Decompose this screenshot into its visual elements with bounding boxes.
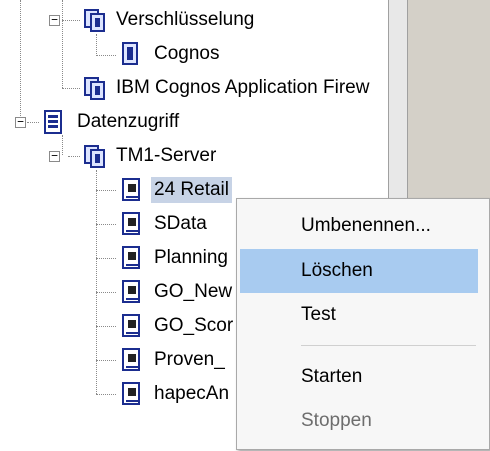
tree-line	[96, 326, 116, 327]
collapse-toggle[interactable]: −	[15, 116, 26, 128]
server-icon	[118, 313, 144, 339]
tree-node-label: GO_Scor	[154, 315, 234, 336]
menu-separator	[301, 345, 476, 346]
tree-line	[96, 360, 116, 361]
tree-node-24-retail[interactable]: 24 Retail	[151, 177, 232, 203]
tree-line	[62, 135, 63, 155]
server-icon	[118, 245, 144, 271]
collapse-toggle[interactable]: −	[49, 150, 60, 162]
tree-line	[96, 190, 116, 191]
tree-node-label: Planning	[154, 247, 228, 268]
tree-node-proven[interactable]: Proven_	[151, 347, 228, 373]
tree-node-sdata[interactable]: SData	[151, 211, 210, 237]
tree-line	[62, 88, 80, 89]
tree-node-label: TM1-Server	[116, 145, 217, 166]
group-folder-icon	[81, 75, 107, 101]
server-icon	[118, 177, 144, 203]
tree-node-label: Proven_	[154, 349, 225, 370]
menu-item-starten[interactable]: Starten	[240, 355, 478, 399]
group-folder-icon	[81, 7, 107, 33]
tree-node-datenzugriff[interactable]: Datenzugriff	[74, 109, 182, 135]
tree-line	[96, 394, 116, 395]
tree-node-label: Datenzugriff	[77, 111, 180, 132]
menu-item-stoppen: Stoppen	[301, 410, 372, 431]
menu-item-test[interactable]: Test	[240, 293, 478, 337]
document-icon	[117, 41, 143, 67]
tree-line	[96, 55, 116, 56]
tree-node-label: Cognos	[154, 43, 220, 64]
tree-line	[96, 258, 116, 259]
tree-line	[96, 224, 116, 225]
tree-line	[62, 20, 80, 21]
tree-node-label: Verschlüsselung	[116, 9, 255, 30]
tree-line	[96, 34, 97, 56]
server-icon	[118, 381, 144, 407]
context-menu[interactable]: Umbenennen... Löschen Test Starten Stopp…	[236, 198, 490, 450]
tree-node-go-new[interactable]: GO_New	[151, 279, 235, 305]
tree-line	[20, 0, 21, 120]
tree-node-label: GO_New	[154, 281, 233, 302]
server-icon	[118, 211, 144, 237]
tree-line	[68, 156, 80, 157]
menu-item-umbenennen[interactable]: Umbenennen...	[240, 204, 478, 248]
tree-node-cognos[interactable]: Cognos	[151, 41, 223, 67]
server-icon	[118, 347, 144, 373]
tree-node-hapecan[interactable]: hapecAn	[151, 381, 232, 407]
server-icon	[118, 279, 144, 305]
database-icon	[40, 109, 66, 135]
menu-item-loeschen[interactable]: Löschen	[240, 249, 478, 293]
tree-node-label: 24 Retail	[151, 177, 232, 203]
tree-node-go-scor[interactable]: GO_Scor	[151, 313, 236, 339]
tree-line	[96, 292, 116, 293]
tree-line	[62, 0, 63, 88]
tree-node-label: hapecAn	[154, 383, 230, 404]
tree-node-verschluesselung[interactable]: Verschlüsselung	[113, 7, 257, 33]
tree-node-label: SData	[154, 213, 207, 234]
tree-node-label: IBM Cognos Application Firew	[116, 77, 370, 98]
tree-node-planning[interactable]: Planning	[151, 245, 231, 271]
group-folder-icon	[81, 143, 107, 169]
tree-line	[27, 122, 39, 123]
tree-node-tm1-server[interactable]: TM1-Server	[113, 143, 219, 169]
collapse-toggle[interactable]: −	[49, 14, 60, 26]
tree-node-firewall[interactable]: IBM Cognos Application Firew	[113, 75, 372, 101]
